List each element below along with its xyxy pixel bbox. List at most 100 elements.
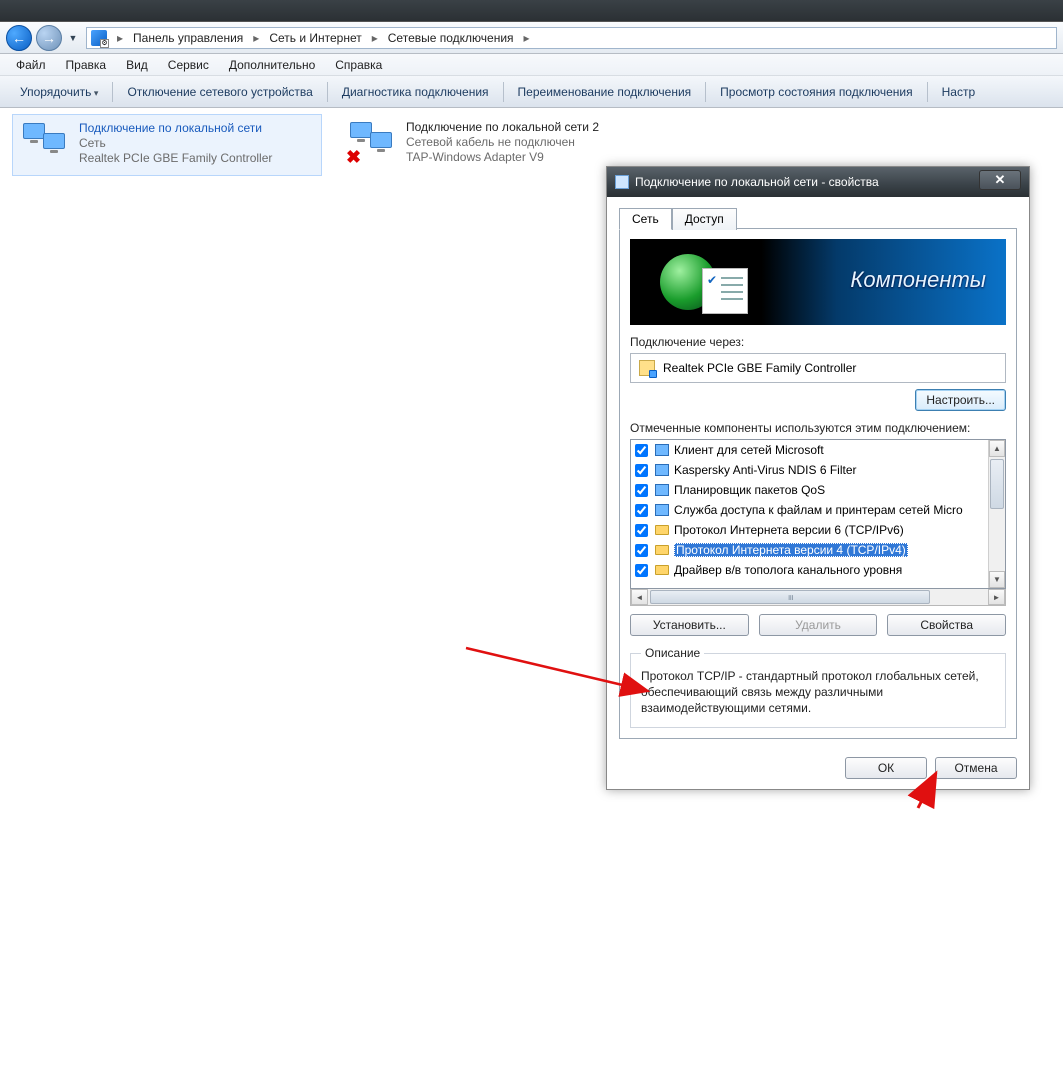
tab-strip: Сеть Доступ (619, 207, 1017, 229)
scroll-left-button[interactable]: ◄ (631, 589, 648, 605)
component-icon (654, 542, 670, 558)
scroll-thumb[interactable] (990, 459, 1004, 509)
breadcrumb-sep[interactable]: ▸ (247, 31, 265, 45)
menu-help[interactable]: Справка (327, 56, 390, 74)
description-legend: Описание (641, 646, 704, 660)
properties-button[interactable]: Свойства (887, 614, 1006, 636)
component-checkbox[interactable] (635, 504, 648, 517)
breadcrumb-control-panel[interactable]: Панель управления (133, 31, 243, 45)
tab-pane-network: Компоненты Подключение через: Realtek PC… (619, 228, 1017, 739)
cmd-settings[interactable]: Настр (930, 81, 988, 103)
component-label: Планировщик пакетов QoS (674, 483, 825, 497)
window-frame-top (0, 0, 1063, 22)
connection-item[interactable]: Подключение по локальной сети Сеть Realt… (12, 114, 322, 176)
network-adapter-icon: ✖ (346, 120, 398, 168)
component-row[interactable]: Клиент для сетей Microsoft (631, 440, 988, 460)
horizontal-scrollbar[interactable]: ◄ ► (630, 589, 1006, 606)
component-label: Клиент для сетей Microsoft (674, 443, 824, 457)
scroll-right-button[interactable]: ► (988, 589, 1005, 605)
nav-bar: ← → ▼ ⚙ ▸ Панель управления ▸ Сеть и Инт… (0, 22, 1063, 54)
breadcrumb-network-connections[interactable]: Сетевые подключения (388, 31, 514, 45)
components-list[interactable]: Клиент для сетей Microsoft Kaspersky Anti… (630, 439, 1006, 589)
component-checkbox[interactable] (635, 524, 648, 537)
disconnected-icon: ✖ (346, 147, 361, 168)
control-panel-icon: ⚙ (91, 30, 107, 46)
breadcrumb-sep[interactable]: ▸ (518, 31, 536, 45)
connection-item[interactable]: ✖ Подключение по локальной сети 2 Сетево… (340, 114, 650, 174)
dialog-titlebar[interactable]: Подключение по локальной сети - свойства… (607, 167, 1029, 197)
component-checkbox[interactable] (635, 464, 648, 477)
menu-advanced[interactable]: Дополнительно (221, 56, 323, 74)
connect-using-label: Подключение через: (630, 335, 1006, 349)
connection-status: Сетевой кабель не подключен (406, 135, 599, 149)
tab-access[interactable]: Доступ (672, 208, 737, 230)
component-checkbox[interactable] (635, 564, 648, 577)
scroll-up-button[interactable]: ▲ (989, 440, 1005, 457)
banner-text: Компоненты (850, 267, 986, 293)
component-checkbox[interactable] (635, 444, 648, 457)
connection-adapter: Realtek PCIe GBE Family Controller (79, 151, 272, 165)
component-row[interactable]: Драйвер в/в тополога канального уровня (631, 560, 988, 580)
nav-history-dropdown[interactable]: ▼ (66, 33, 80, 43)
nav-forward-button[interactable]: → (36, 25, 62, 51)
uninstall-button: Удалить (759, 614, 878, 636)
component-label: Служба доступа к файлам и принтерам сете… (674, 503, 963, 517)
component-checkbox[interactable] (635, 484, 648, 497)
component-icon (654, 462, 670, 478)
breadcrumb-sep[interactable]: ▸ (366, 31, 384, 45)
command-bar: Упорядочить Отключение сетевого устройст… (0, 76, 1063, 108)
content-area: Подключение по локальной сети Сеть Realt… (0, 108, 1063, 964)
menu-edit[interactable]: Правка (58, 56, 115, 74)
component-row[interactable]: Планировщик пакетов QoS (631, 480, 988, 500)
cmd-rename[interactable]: Переименование подключения (506, 81, 704, 103)
adapter-name: Realtek PCIe GBE Family Controller (663, 361, 856, 375)
scroll-down-button[interactable]: ▼ (989, 571, 1005, 588)
properties-dialog: Подключение по локальной сети - свойства… (606, 166, 1030, 790)
components-banner: Компоненты (630, 239, 1006, 325)
component-label: Драйвер в/в тополога канального уровня (674, 563, 902, 577)
ok-button[interactable]: ОК (845, 757, 927, 779)
connection-title: Подключение по локальной сети 2 (406, 120, 599, 134)
scroll-track[interactable] (989, 457, 1005, 571)
component-row[interactable]: Служба доступа к файлам и принтерам сете… (631, 500, 988, 520)
component-icon (654, 442, 670, 458)
cmd-diagnose[interactable]: Диагностика подключения (330, 81, 501, 103)
component-label: Протокол Интернета версии 4 (TCP/IPv4) (674, 543, 908, 557)
component-label: Kaspersky Anti-Virus NDIS 6 Filter (674, 463, 857, 477)
vertical-scrollbar[interactable]: ▲ ▼ (988, 440, 1005, 588)
component-row[interactable]: Kaspersky Anti-Virus NDIS 6 Filter (631, 460, 988, 480)
scroll-track[interactable] (648, 589, 988, 605)
component-icon (654, 502, 670, 518)
cmd-disable-device[interactable]: Отключение сетевого устройства (115, 81, 324, 103)
component-checkbox[interactable] (635, 544, 648, 557)
menu-file[interactable]: Файл (8, 56, 54, 74)
install-button[interactable]: Установить... (630, 614, 749, 636)
breadcrumb-network-internet[interactable]: Сеть и Интернет (269, 31, 361, 45)
component-row[interactable]: Протокол Интернета версии 4 (TCP/IPv4) (631, 540, 988, 560)
description-text: Протокол TCP/IP - стандартный протокол г… (641, 668, 995, 717)
cmd-organize[interactable]: Упорядочить (8, 81, 110, 103)
configure-button[interactable]: Настроить... (915, 389, 1006, 411)
nav-back-button[interactable]: ← (6, 25, 32, 51)
breadcrumb-sep[interactable]: ▸ (111, 31, 129, 45)
network-icon (615, 175, 629, 189)
description-group: Описание Протокол TCP/IP - стандартный п… (630, 646, 1006, 728)
menu-view[interactable]: Вид (118, 56, 156, 74)
address-bar[interactable]: ⚙ ▸ Панель управления ▸ Сеть и Интернет … (86, 27, 1057, 49)
cancel-button[interactable]: Отмена (935, 757, 1017, 779)
adapter-display: Realtek PCIe GBE Family Controller (630, 353, 1006, 383)
tab-network[interactable]: Сеть (619, 208, 672, 230)
dialog-close-button[interactable]: ✕ (979, 170, 1021, 190)
adapter-icon (639, 360, 655, 376)
cmd-separator (927, 82, 928, 102)
cmd-separator (112, 82, 113, 102)
checklist-icon (702, 268, 748, 314)
cmd-view-status[interactable]: Просмотр состояния подключения (708, 81, 924, 103)
component-icon (654, 562, 670, 578)
component-label: Протокол Интернета версии 6 (TCP/IPv6) (674, 523, 904, 537)
component-row[interactable]: Протокол Интернета версии 6 (TCP/IPv6) (631, 520, 988, 540)
menu-tools[interactable]: Сервис (160, 56, 217, 74)
scroll-thumb[interactable] (650, 590, 930, 604)
connection-title: Подключение по локальной сети (79, 121, 272, 135)
component-icon (654, 482, 670, 498)
